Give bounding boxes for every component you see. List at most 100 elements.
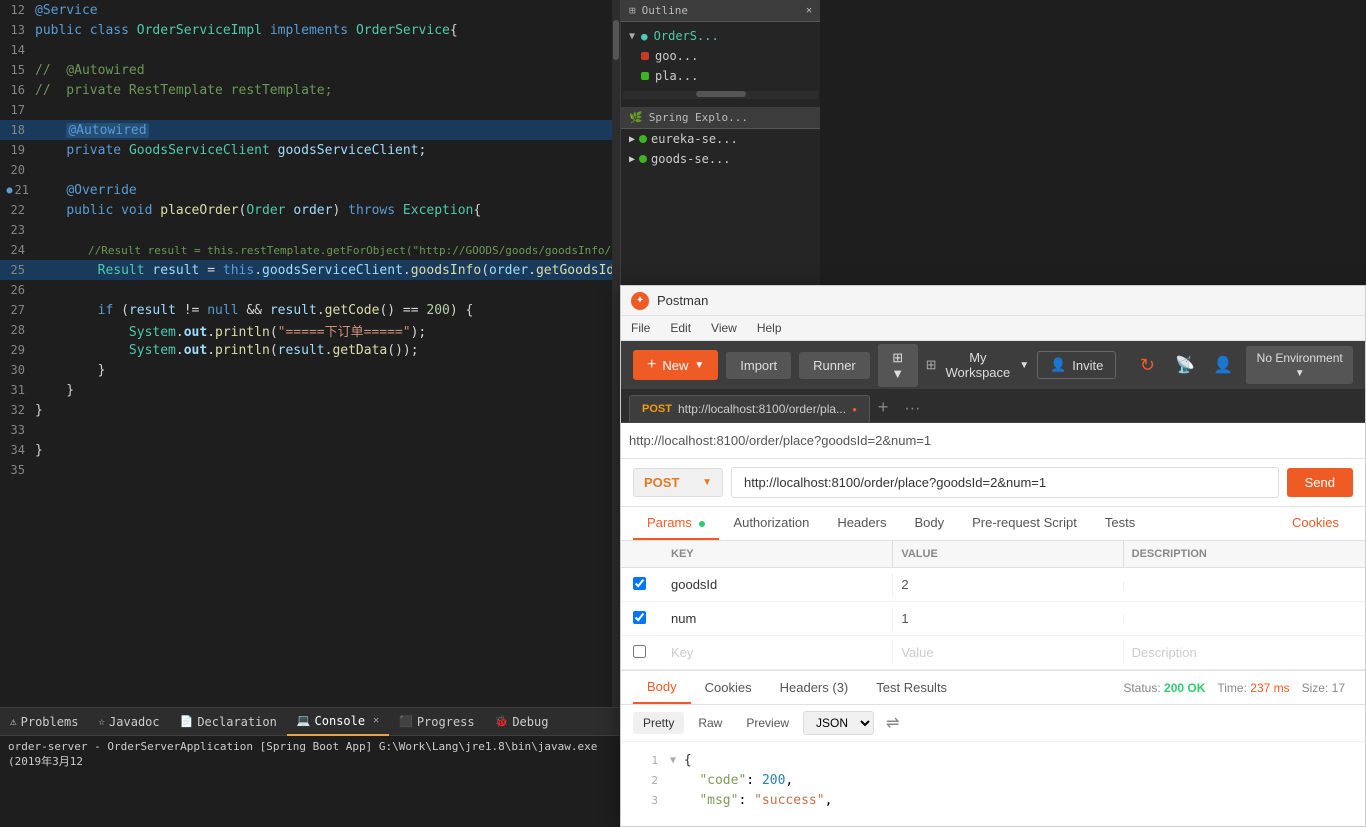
param-key-num[interactable]: num: [663, 607, 892, 630]
outline-item-place[interactable]: pla...: [621, 66, 820, 86]
body-tab[interactable]: Body: [900, 507, 958, 540]
outline-scrollbar[interactable]: [623, 91, 818, 99]
more-tabs-button[interactable]: ···: [896, 400, 928, 418]
no-env-dropdown: ▼: [1295, 368, 1305, 379]
response-tabs: Body Cookies Headers (3) Test Results St…: [621, 671, 1365, 705]
code-line-32: 32 }: [0, 400, 620, 420]
sync-button[interactable]: ↻: [1132, 350, 1162, 380]
tab-declaration[interactable]: 📄 Declaration: [170, 708, 287, 736]
param-value-num[interactable]: 1: [892, 607, 1122, 630]
url-display-bar: http://localhost:8100/order/place?goodsI…: [621, 423, 1365, 459]
resp-tab-body[interactable]: Body: [633, 671, 691, 704]
fmt-pretty[interactable]: Pretty: [633, 712, 684, 734]
json-line-1: 1 ▼ {: [633, 750, 1353, 770]
tab-console[interactable]: 💻 Console ✕: [287, 708, 389, 736]
postman-logo: ✦: [631, 292, 649, 310]
tab-debug[interactable]: 🐞 Debug: [485, 708, 559, 736]
param-desc-empty[interactable]: Description: [1123, 641, 1353, 664]
param-desc-num[interactable]: [1123, 615, 1353, 623]
new-tab-button[interactable]: +: [870, 397, 897, 418]
outline-close-icon[interactable]: ✕: [806, 5, 812, 16]
params-table: KEY VALUE DESCRIPTION goodsId 2 num 1: [621, 541, 1365, 671]
response-status: Status: 200 OK Time: 237 ms Size: 17: [1123, 681, 1353, 695]
param-value-goodsid[interactable]: 2: [892, 573, 1122, 596]
format-selector[interactable]: JSON XML Text: [803, 711, 874, 735]
goods-icon: ▶: [629, 154, 635, 165]
method-selector[interactable]: POST ▼: [633, 468, 723, 497]
postman-titlebar: ✦ Postman: [621, 286, 1365, 316]
format-tabs: Pretty Raw Preview JSON XML Text ⇌: [621, 705, 1365, 742]
menu-edit[interactable]: Edit: [670, 321, 691, 335]
param-desc-goodsid[interactable]: [1123, 581, 1353, 589]
tab-progress[interactable]: ⬛ Progress: [389, 708, 485, 736]
param-key-goodsid[interactable]: goodsId: [663, 573, 892, 596]
param-check-empty[interactable]: [633, 645, 646, 658]
size-value: 17: [1332, 681, 1345, 695]
problems-icon: ⚠: [10, 715, 17, 728]
field-dot: [641, 52, 649, 60]
param-row-empty: Key Value Description: [621, 636, 1365, 670]
code-line-13: 13 public class OrderServiceImpl impleme…: [0, 20, 620, 40]
url-input[interactable]: [731, 467, 1279, 498]
authorization-tab[interactable]: Authorization: [719, 507, 823, 540]
code-scrollbar[interactable]: [612, 0, 620, 707]
code-line-33: 33: [0, 420, 620, 440]
tests-tab[interactable]: Tests: [1091, 507, 1149, 540]
runner-button[interactable]: Runner: [799, 352, 870, 379]
resp-tab-tests[interactable]: Test Results: [862, 672, 961, 703]
eureka-status-dot: [639, 135, 647, 143]
outline-item-goods[interactable]: goo...: [621, 46, 820, 66]
param-row-goodsid: goodsId 2: [621, 568, 1365, 602]
outline-item-orderservice[interactable]: ▼ ● OrderS...: [621, 26, 820, 46]
param-check-goodsid[interactable]: [633, 577, 646, 590]
invite-button[interactable]: 👤 Invite: [1037, 351, 1116, 379]
time-value: 237 ms: [1250, 681, 1289, 695]
tab-javadoc[interactable]: ☆ Javadoc: [88, 708, 169, 736]
param-value-empty[interactable]: Value: [892, 641, 1122, 664]
spring-item-goods[interactable]: ▶ goods-se...: [621, 149, 820, 169]
outline-grid-icon: ⊞: [629, 4, 636, 17]
request-builder: POST ▼ Send Params Authorization Headers…: [621, 459, 1365, 826]
method-dot: [641, 72, 649, 80]
eureka-label: eureka-se...: [651, 132, 738, 146]
extra-options-button[interactable]: ⊞ ▼: [878, 344, 918, 387]
wrap-icon[interactable]: ⇌: [886, 713, 899, 733]
code-line-16: 16 // private RestTemplate restTemplate;: [0, 80, 620, 100]
param-check-num[interactable]: [633, 611, 646, 624]
new-label: New: [662, 358, 688, 373]
fmt-raw[interactable]: Raw: [688, 712, 732, 734]
params-green-dot: [699, 521, 705, 527]
request-tab-post[interactable]: POST http://localhost:8100/order/pla... …: [629, 395, 870, 422]
progress-icon: ⬛: [399, 715, 413, 728]
param-key-empty[interactable]: Key: [663, 641, 892, 664]
cookies-tab[interactable]: Cookies: [1278, 507, 1353, 540]
workspace-button[interactable]: ⊞ My Workspace ▼: [926, 350, 1029, 380]
console-close[interactable]: ✕: [373, 715, 379, 726]
interceptor-button[interactable]: 📡: [1170, 350, 1200, 380]
menu-help[interactable]: Help: [757, 321, 782, 335]
pre-request-tab[interactable]: Pre-request Script: [958, 507, 1091, 540]
code-line-19: 19 private GoodsServiceClient goodsServi…: [0, 140, 620, 160]
import-button[interactable]: Import: [726, 352, 791, 379]
tab-declaration-label: Declaration: [197, 715, 276, 729]
url-display-text: http://localhost:8100/order/place?goodsI…: [629, 433, 931, 448]
tab-problems[interactable]: ⚠ Problems: [0, 708, 88, 736]
workspace-dropdown: ▼: [1019, 360, 1029, 371]
fmt-preview[interactable]: Preview: [736, 712, 799, 734]
profile-button[interactable]: 👤: [1208, 350, 1238, 380]
response-section: Body Cookies Headers (3) Test Results St…: [621, 671, 1365, 826]
params-tab[interactable]: Params: [633, 507, 719, 540]
menu-file[interactable]: File: [631, 321, 650, 335]
new-button[interactable]: + New ▼: [633, 350, 718, 380]
send-button[interactable]: Send: [1287, 468, 1353, 497]
goods-status-dot: [639, 155, 647, 163]
no-environment-button[interactable]: No Environment ▼: [1246, 346, 1353, 384]
resp-tab-headers[interactable]: Headers (3): [766, 672, 863, 703]
resp-tab-cookies[interactable]: Cookies: [691, 672, 766, 703]
code-area[interactable]: 12 @Service 13 public class OrderService…: [0, 0, 620, 707]
console-icon: 💻: [297, 714, 311, 727]
menu-view[interactable]: View: [711, 321, 737, 335]
headers-tab[interactable]: Headers: [823, 507, 900, 540]
spring-item-eureka[interactable]: ▶ eureka-se...: [621, 129, 820, 149]
code-line-25: 25 Result result = this.goodsServiceClie…: [0, 260, 620, 280]
